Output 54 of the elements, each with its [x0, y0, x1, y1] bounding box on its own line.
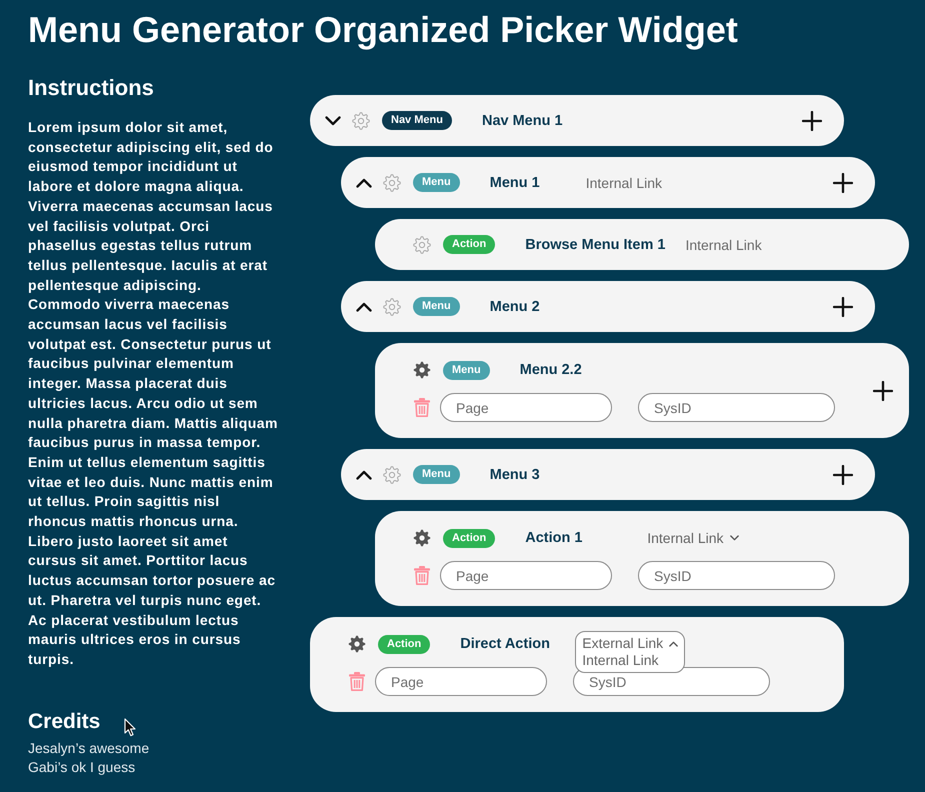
- plus-icon: [873, 380, 893, 400]
- type-badge: Action: [443, 235, 496, 254]
- chevron-up-icon: [356, 178, 372, 188]
- gear-icon[interactable]: [348, 635, 366, 653]
- chevron-up-icon: [356, 302, 372, 312]
- item-title: Menu 2.2: [520, 362, 583, 378]
- link-type-text: Internal Link: [586, 174, 662, 190]
- section-heading: Credits: [28, 710, 100, 734]
- type-badge: Menu: [413, 465, 460, 484]
- input-field[interactable]: SysID: [638, 393, 835, 422]
- type-badge: Menu: [443, 360, 490, 380]
- add-button[interactable]: [833, 464, 853, 484]
- item-title: Menu 3: [490, 466, 541, 482]
- type-badge: Nav Menu: [382, 111, 452, 130]
- type-badge: Action: [443, 528, 496, 548]
- page-title: Menu Generator Organized Picker Widget: [28, 10, 738, 50]
- add-button[interactable]: [833, 296, 853, 316]
- plus-icon: [802, 110, 822, 130]
- dropdown-option[interactable]: Internal Link: [582, 652, 678, 669]
- input-field[interactable]: SysID: [638, 561, 835, 590]
- plus-icon: [833, 172, 853, 192]
- input-field[interactable]: Page: [440, 393, 612, 422]
- chevron-up-icon: [356, 470, 372, 480]
- type-badge: Menu: [413, 173, 460, 192]
- plus-icon: [833, 464, 853, 484]
- chevron-down-icon: [325, 116, 341, 126]
- type-badge: Menu: [413, 297, 460, 316]
- plus-icon: [833, 296, 853, 316]
- add-button[interactable]: [802, 110, 822, 130]
- gear-icon[interactable]: [413, 529, 431, 547]
- credits-line: Gabi’s ok I guess: [28, 758, 136, 777]
- input-field[interactable]: Page: [440, 561, 612, 590]
- item-title: Menu 2: [490, 298, 541, 314]
- gear-icon[interactable]: [413, 361, 431, 379]
- add-button[interactable]: [833, 172, 853, 192]
- chevron-down-icon: [730, 535, 739, 541]
- item-title: Menu 1: [490, 174, 541, 190]
- dropdown-value: Internal Link: [647, 529, 724, 548]
- chevron-up-icon: [669, 640, 678, 646]
- section-heading: Instructions: [28, 76, 154, 100]
- link-type-text: Internal Link: [685, 236, 762, 252]
- link-dropdown[interactable]: Internal Link: [647, 528, 739, 548]
- mouse-cursor-icon: [124, 718, 136, 737]
- credits-line: Jesalyn’s awesome: [28, 738, 150, 758]
- item-title: Nav Menu 1: [482, 112, 563, 128]
- item-title: Direct Action: [460, 636, 551, 652]
- instructions-text: Lorem ipsum dolor sit amet, consectetur adipiscing elit, sed do eiusmod tempor incididunt ut labore et dolore magna aliqua. Viverra maecenas accumsan lacus vel facilisis volutpat. Orci phasellus egestas tellus rutrum tellus pellentesque. Iaculis at erat pellentesque adipiscing. Commodo viverra maecenas accumsan lacus vel facilisis volutpat est. Consectetur purus ut faucibus pulvinar elementum integer. Massa placerat duis ultricies lacus. Arcu odio ut sem nulla pharetra diam. Mattis aliquam faucibus purus in massa tempor. Enim ut tellus elementum sagittis vitae et leo duis. Nunc mattis enim ut tellus. Proin sagittis nisl rhoncus mattis rhoncus urna. Libero justo laoreet sit amet cursus sit amet. Porttitor lacus luctus accumsan tortor posuere ac ut. Pharetra vel turpis nunc eget. Ac placerat vestibulum lectus mauris ultrices eros in cursus turpis.: [28, 118, 278, 669]
- dropdown-value: External Link: [582, 635, 664, 652]
- item-title: Action 1: [525, 530, 584, 546]
- link-dropdown[interactable]: External Link Internal Link: [575, 631, 686, 673]
- item-title: Browse Menu Item 1: [525, 236, 666, 252]
- add-button[interactable]: [873, 380, 893, 400]
- type-badge: Action: [378, 634, 430, 654]
- input-field[interactable]: Page: [375, 667, 547, 696]
